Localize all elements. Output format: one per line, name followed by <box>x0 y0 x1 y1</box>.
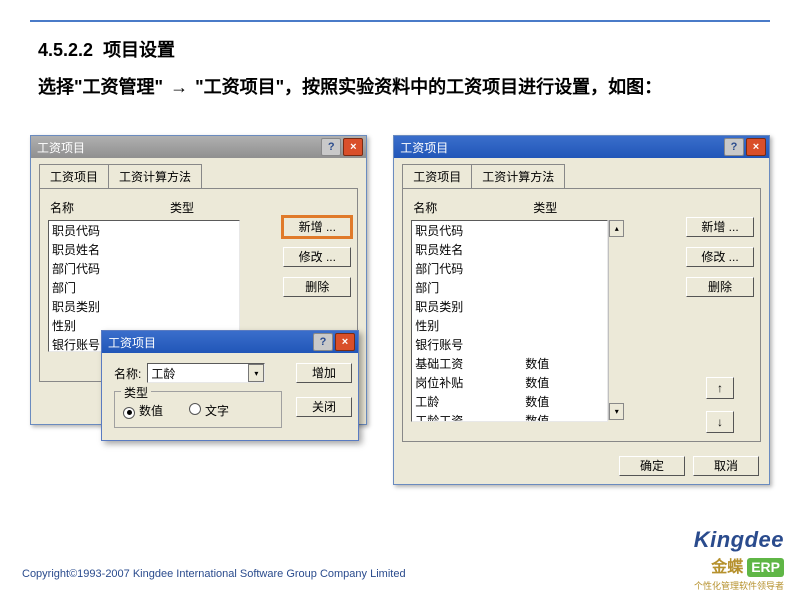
edit-button[interactable]: 修改 ... <box>283 247 351 267</box>
section-title: 项目设置 <box>103 40 175 60</box>
dropdown-button[interactable]: ▾ <box>248 364 264 382</box>
new-button[interactable]: 新增 ... <box>283 217 351 237</box>
list-item[interactable]: 职员姓名 <box>49 240 239 259</box>
ok-button[interactable]: 确定 <box>619 456 685 476</box>
titlebar[interactable]: 工资项目 ? × <box>31 136 366 158</box>
new-button[interactable]: 新增 ... <box>686 217 754 237</box>
dialog-add-item: 工资项目 ? × 名称: ▾ <box>101 330 359 441</box>
scroll-up-icon[interactable]: ▴ <box>609 220 624 237</box>
list-item[interactable]: 部门 <box>412 278 607 297</box>
section-heading: 4.5.2.2 项目设置 <box>38 36 770 62</box>
section-number: 4.5.2.2 <box>38 40 93 60</box>
brand-logo: Kingdee 金蝶ERP 个性化管理软件领导者 <box>694 527 784 592</box>
list-item[interactable]: 基础工资数值 <box>412 354 607 373</box>
list-item[interactable]: 银行账号 <box>412 335 607 354</box>
list-item[interactable]: 职员类别 <box>412 297 607 316</box>
tabstrip: 工资项目 工资计算方法 <box>39 164 358 188</box>
list-item[interactable]: 部门代码 <box>412 259 607 278</box>
list-item[interactable]: 工龄数值 <box>412 392 607 411</box>
radio-numeric[interactable]: 数值 <box>123 402 163 419</box>
copyright-text: Copyright©1993-2007 Kingdee Internationa… <box>22 568 406 580</box>
tabstrip: 工资项目 工资计算方法 <box>402 164 761 188</box>
cancel-button[interactable]: 取消 <box>693 456 759 476</box>
dialog-title: 工资项目 <box>37 139 85 156</box>
close-button[interactable]: × <box>746 138 766 156</box>
delete-button[interactable]: 删除 <box>686 277 754 297</box>
items-listbox[interactable]: 职员代码职员姓名部门代码部门职员类别性别银行账号基础工资数值岗位补贴数值工龄数值… <box>411 220 608 422</box>
tab-calc[interactable]: 工资计算方法 <box>108 164 202 188</box>
close-button[interactable]: × <box>343 138 363 156</box>
list-header: 名称 类型 <box>413 199 752 216</box>
list-item[interactable]: 性别 <box>412 316 607 335</box>
titlebar[interactable]: 工资项目 ? × <box>394 136 769 158</box>
close-button[interactable]: 关闭 <box>296 397 352 417</box>
tab-items[interactable]: 工资项目 <box>39 164 109 188</box>
list-header: 名称 类型 <box>50 199 349 216</box>
help-button[interactable]: ? <box>313 333 333 351</box>
add-button[interactable]: 增加 <box>296 363 352 383</box>
list-item[interactable]: 职员代码 <box>412 221 607 240</box>
list-item[interactable]: 职员代码 <box>49 221 239 240</box>
list-item[interactable]: 职员类别 <box>49 297 239 316</box>
dialog-wages-left: 工资项目 ? × 工资项目 工资计算方法 名称 类型 职员代码职 <box>30 135 367 425</box>
edit-button[interactable]: 修改 ... <box>686 247 754 267</box>
radio-text[interactable]: 文字 <box>189 402 229 419</box>
dialog-title: 工资项目 <box>108 334 156 351</box>
titlebar[interactable]: 工资项目 ? × <box>102 331 358 353</box>
tab-calc[interactable]: 工资计算方法 <box>471 164 565 188</box>
scrollbar[interactable]: ▴ ▾ <box>608 220 624 420</box>
list-item[interactable]: 工龄工资数值 <box>412 411 607 422</box>
arrow-icon: → <box>168 74 190 101</box>
tab-items[interactable]: 工资项目 <box>402 164 472 188</box>
help-button[interactable]: ? <box>321 138 341 156</box>
list-item[interactable]: 职员姓名 <box>412 240 607 259</box>
scroll-down-icon[interactable]: ▾ <box>609 403 624 420</box>
type-groupbox: 类型 数值 文字 <box>114 391 282 428</box>
dialog-title: 工资项目 <box>400 139 448 156</box>
dialog-wages-right: 工资项目 ? × 工资项目 工资计算方法 名称 类型 职员代码职 <box>393 135 770 485</box>
name-label: 名称: <box>114 365 141 382</box>
move-up-button[interactable]: ↑ <box>706 377 734 399</box>
help-button[interactable]: ? <box>724 138 744 156</box>
list-item[interactable]: 部门 <box>49 278 239 297</box>
list-item[interactable]: 部门代码 <box>49 259 239 278</box>
close-button[interactable]: × <box>335 333 355 351</box>
list-item[interactable]: 岗位补贴数值 <box>412 373 607 392</box>
header-rule <box>30 20 770 22</box>
move-down-button[interactable]: ↓ <box>706 411 734 433</box>
instruction-text: 选择"工资管理" → "工资项目"，按照实验资料中的工资项目进行设置，如图： <box>38 74 770 101</box>
delete-button[interactable]: 删除 <box>283 277 351 297</box>
